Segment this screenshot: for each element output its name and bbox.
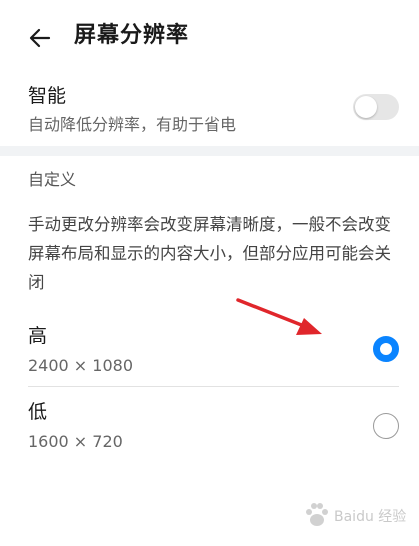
radio-unselected-icon[interactable] (373, 413, 399, 439)
option-divider (28, 386, 399, 387)
smart-resolution-row[interactable]: 智能 自动降低分辨率，有助于省电 (0, 74, 419, 142)
option-resolution-value: 2400 × 1080 (28, 356, 134, 375)
resolution-option-high[interactable]: 高 2400 × 1080 (0, 322, 419, 390)
top-bar: 屏幕分辨率 (0, 0, 419, 72)
back-button[interactable] (20, 18, 60, 58)
custom-section-description: 手动更改分辨率会改变屏幕清晰度，一般不会改变屏幕布局和显示的内容大小，但部分应用… (28, 215, 391, 292)
option-label: 低 (28, 401, 48, 423)
smart-resolution-title: 智能 (28, 85, 67, 107)
baidu-watermark: Baidu 经验 (300, 498, 412, 532)
resolution-option-low[interactable]: 低 1600 × 720 (0, 398, 419, 466)
watermark-text: Baidu 经验 (334, 509, 407, 525)
smart-resolution-subtitle: 自动降低分辨率，有助于省电 (28, 115, 237, 134)
radio-selected-icon[interactable] (373, 336, 399, 362)
option-label: 高 (28, 325, 48, 347)
custom-section-title: 自定义 (28, 170, 77, 189)
toggle-knob (355, 96, 377, 118)
section-divider (0, 146, 419, 156)
smart-resolution-toggle[interactable] (353, 94, 399, 120)
page-title: 屏幕分辨率 (74, 23, 190, 48)
arrow-left-icon (29, 28, 51, 48)
option-resolution-value: 1600 × 720 (28, 432, 123, 451)
paw-logo-icon (306, 503, 328, 526)
